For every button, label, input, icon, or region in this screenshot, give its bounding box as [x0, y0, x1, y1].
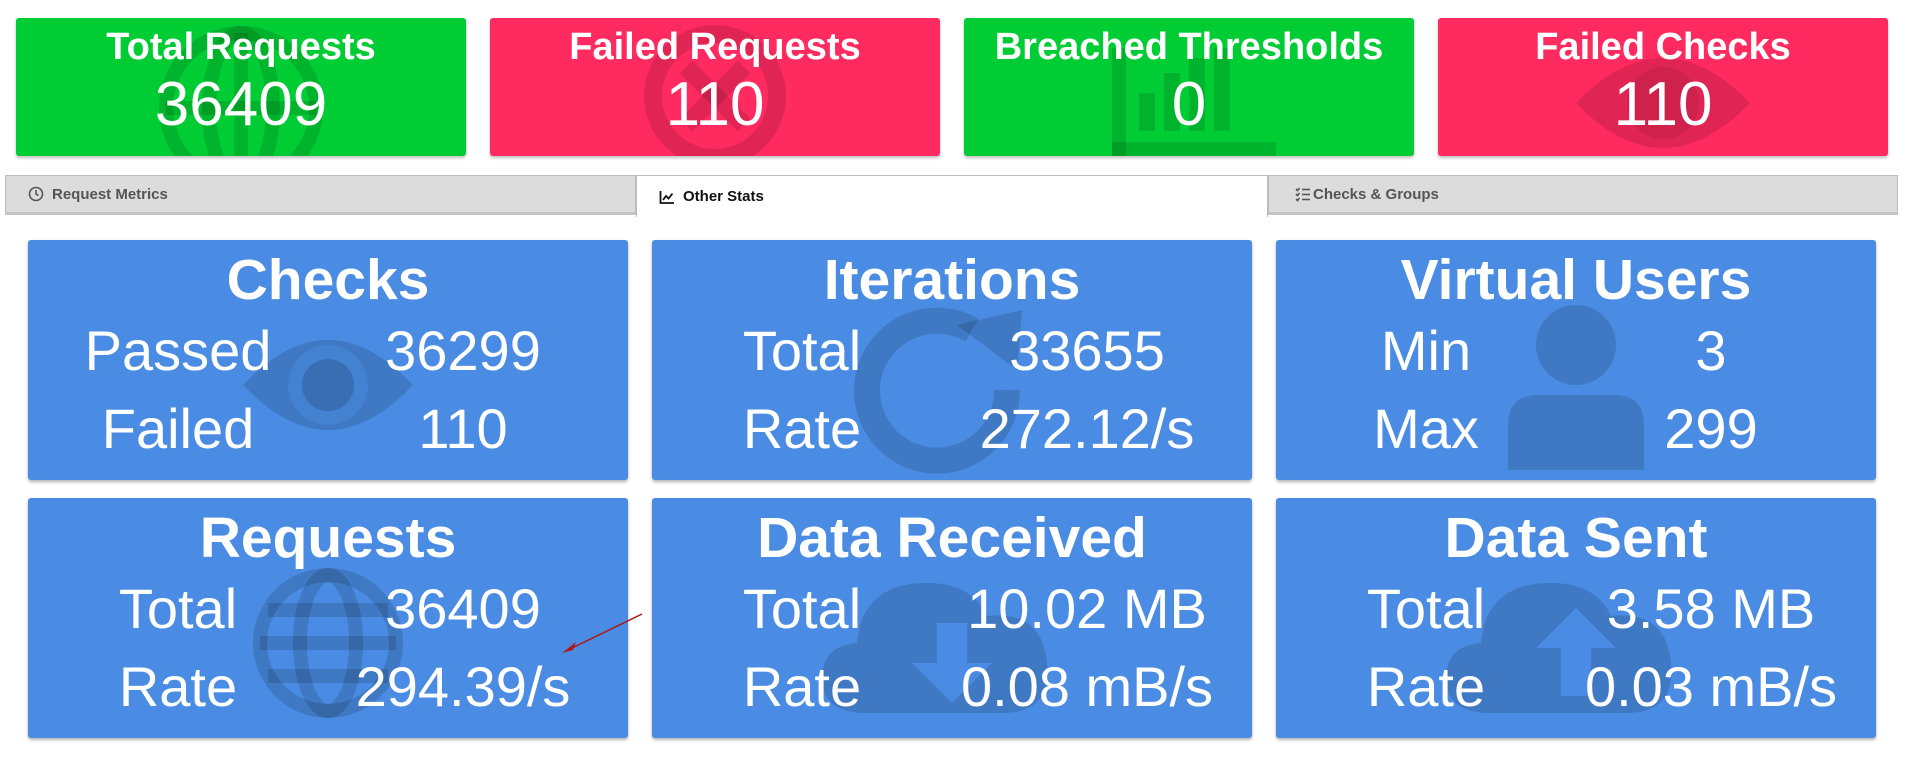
virtual-users-max-label: Max [1373, 397, 1479, 460]
iterations-total-value: 33655 [1009, 319, 1165, 382]
tab-bar: Request Metrics Other Stats Checks & Gro… [5, 175, 1898, 217]
iterations-rate-label: Rate [742, 397, 862, 460]
failed-requests-value: 110 [665, 70, 765, 139]
data-received-title: Data Received [757, 506, 1147, 570]
iterations-total-label: Total [742, 319, 862, 382]
data-sent-total-label: Total [1366, 577, 1486, 640]
line-chart-icon [659, 190, 674, 204]
tab-request-metrics-label: Request Metrics [52, 185, 168, 203]
list-check-icon [1295, 187, 1310, 202]
failed-requests-label: Failed Requests [569, 26, 861, 68]
requests-rate-value: 294.39/s [355, 655, 571, 718]
data-sent-rate-row: Rate 0.03 mB/s [1276, 648, 1876, 726]
checks-title: Checks [226, 248, 430, 312]
checks-passed-value: 36299 [385, 319, 541, 382]
checks-card: Checks Passed 36299 Failed 110 [28, 240, 628, 480]
data-received-card: Data Received Total 10.02 MB Rate 0.08 m… [652, 498, 1252, 738]
requests-total-label: Total [118, 577, 238, 640]
virtual-users-card: Virtual Users Min 3 Max 299 [1276, 240, 1876, 480]
data-received-rate-row: Rate 0.08 mB/s [652, 648, 1252, 726]
iterations-card: Iterations Total 33655 Rate 272.12/s [652, 240, 1252, 480]
iterations-rate-row: Rate 272.12/s [652, 390, 1252, 468]
data-received-total-row: Total 10.02 MB [652, 570, 1252, 648]
virtual-users-max-row: Max 299 [1276, 390, 1876, 468]
requests-title: Requests [199, 506, 457, 570]
failed-checks-card: Failed Checks 110 [1438, 18, 1888, 156]
breached-thresholds-card: Breached Thresholds 0 [964, 18, 1414, 156]
failed-requests-card: Failed Requests 110 [490, 18, 940, 156]
failed-checks-label: Failed Checks [1535, 26, 1791, 68]
iterations-total-row: Total 33655 [652, 312, 1252, 390]
requests-total-row: Total 36409 [28, 570, 628, 648]
data-received-rate-label: Rate [742, 655, 862, 718]
virtual-users-min-label: Min [1380, 319, 1472, 382]
data-sent-total-row: Total 3.58 MB [1276, 570, 1876, 648]
checks-failed-label: Failed [101, 397, 255, 460]
checks-failed-value: 110 [418, 397, 508, 460]
total-requests-card: Total Requests 36409 [16, 18, 466, 156]
breached-thresholds-value: 0 [1171, 70, 1207, 139]
iterations-title: Iterations [823, 248, 1081, 312]
data-received-rate-value: 0.08 mB/s [960, 655, 1214, 718]
data-received-total-label: Total [742, 577, 862, 640]
summary-cards: Total Requests 36409 Failed Requests 110 [16, 18, 1890, 156]
failed-checks-value: 110 [1613, 70, 1713, 139]
total-requests-value: 36409 [154, 70, 328, 139]
tab-checks-groups[interactable]: Checks & Groups [1268, 175, 1898, 215]
virtual-users-min-value: 3 [1695, 319, 1727, 382]
data-received-total-value: 10.02 MB [967, 577, 1207, 640]
virtual-users-min-row: Min 3 [1276, 312, 1876, 390]
tab-checks-groups-label: Checks & Groups [1313, 185, 1439, 203]
tab-other-stats-label: Other Stats [683, 188, 764, 205]
breached-thresholds-label: Breached Thresholds [994, 26, 1384, 68]
requests-card: Requests Total 36409 Rate 294.39/s [28, 498, 628, 738]
virtual-users-max-value: 299 [1664, 397, 1758, 460]
data-sent-total-value: 3.58 MB [1606, 577, 1816, 640]
data-sent-rate-value: 0.03 mB/s [1584, 655, 1838, 718]
data-sent-title: Data Sent [1444, 506, 1708, 570]
total-requests-label: Total Requests [106, 26, 376, 68]
data-sent-card: Data Sent Total 3.58 MB Rate 0.03 mB/s [1276, 498, 1876, 738]
virtual-users-title: Virtual Users [1400, 248, 1752, 312]
tab-other-stats[interactable]: Other Stats [636, 175, 1268, 217]
iterations-rate-value: 272.12/s [979, 397, 1195, 460]
checks-failed-row: Failed 110 [28, 390, 628, 468]
data-sent-rate-label: Rate [1366, 655, 1486, 718]
annotation-arrow [562, 613, 643, 653]
checks-passed-label: Passed [84, 319, 272, 382]
clock-icon [28, 186, 44, 202]
requests-rate-label: Rate [118, 655, 238, 718]
checks-passed-row: Passed 36299 [28, 312, 628, 390]
tab-request-metrics[interactable]: Request Metrics [5, 175, 636, 215]
requests-rate-row: Rate 294.39/s [28, 648, 628, 726]
